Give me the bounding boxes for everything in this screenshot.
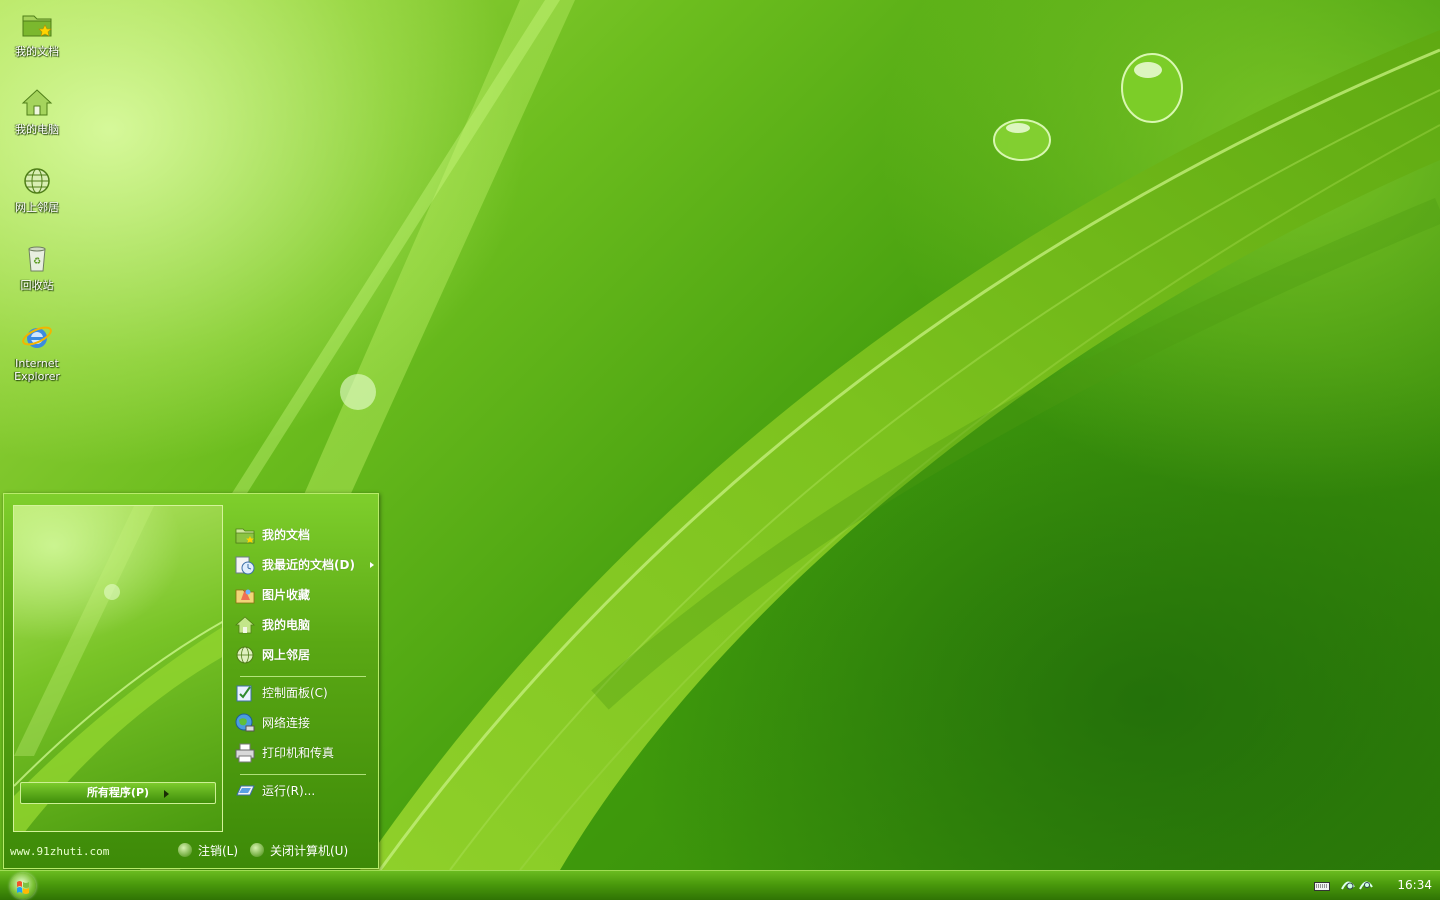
logoff-button[interactable]: 注销(L) — [178, 841, 238, 859]
shutdown-button[interactable]: 关闭计算机(U) — [250, 841, 348, 859]
printer-icon — [235, 743, 255, 763]
menu-item-label: 网络连接 — [262, 715, 311, 730]
my-documents-folder-icon — [22, 15, 52, 37]
desktop-icon-internet-explorer[interactable]: Internet Explorer — [4, 320, 70, 383]
all-programs-button[interactable]: 所有程序(P) — [20, 782, 216, 804]
menu-item-label: 网上邻居 — [262, 647, 311, 662]
power-icon — [250, 843, 264, 857]
network-globe-icon — [236, 646, 254, 664]
system-tray: 16:34 — [1310, 871, 1440, 900]
taskbar: 16:34 — [0, 870, 1440, 900]
desktop: 我的文档 我的电脑 网上邻居 ♻ 回收站 Internet Explorer 所… — [0, 0, 1440, 870]
menu-item-label: 打印机和传真 — [262, 745, 335, 760]
menu-item-my-computer[interactable]: 我的电脑 — [234, 612, 372, 638]
menu-item-control-panel[interactable]: 控制面板(C) — [234, 680, 372, 706]
desktop-icon-label: 网上邻居 — [15, 201, 59, 214]
control-panel-icon — [236, 685, 252, 702]
menu-item-label: 运行(R)... — [262, 783, 316, 798]
all-programs-arrow-icon — [164, 790, 169, 798]
menu-item-recent-documents[interactable]: 我最近的文档(D) — [234, 552, 374, 578]
menu-item-label: 控制面板(C) — [262, 685, 328, 700]
recycle-bin-icon: ♻ — [28, 246, 46, 272]
desktop-icon-label: 回收站 — [20, 279, 54, 292]
menu-item-label: 我的电脑 — [262, 617, 311, 632]
desktop-icon-network[interactable]: 网上邻居 — [4, 164, 70, 214]
submenu-arrow-icon — [370, 562, 374, 568]
desktop-icon-recycle-bin[interactable]: ♻ 回收站 — [4, 242, 70, 292]
site-url-text: www.91zhuti.com — [10, 845, 110, 858]
svg-text:♻: ♻ — [33, 257, 41, 267]
menu-item-my-pictures[interactable]: 图片收藏 — [234, 582, 372, 608]
lock-icon — [178, 843, 192, 857]
menu-item-label: 我最近的文档(D) — [262, 557, 355, 572]
run-icon — [236, 785, 255, 796]
menu-item-printers-faxes[interactable]: 打印机和传真 — [234, 740, 372, 766]
menu-separator — [240, 774, 366, 775]
menu-item-run[interactable]: 运行(R)... — [234, 778, 372, 804]
start-button[interactable] — [10, 873, 36, 899]
my-computer-house-icon — [21, 89, 53, 116]
my-computer-house-icon — [234, 616, 256, 634]
windows-logo-icon — [17, 881, 29, 894]
desktop-icon-label: 我的电脑 — [15, 123, 59, 136]
menu-separator — [240, 676, 366, 677]
desktop-icon-my-documents[interactable]: 我的文档 — [4, 8, 70, 58]
network-status-icon[interactable] — [1340, 877, 1374, 893]
desktop-icon-label: Internet Explorer — [14, 357, 60, 383]
my-documents-folder-icon — [235, 528, 255, 544]
network-globe-icon — [24, 168, 50, 194]
desktop-icon-label: 我的文档 — [15, 45, 59, 58]
internet-explorer-icon — [22, 326, 52, 348]
logoff-label: 注销(L) — [198, 843, 239, 858]
start-menu-bottom-bar: www.91zhuti.com 注销(L) 关闭计算机(U) — [4, 834, 378, 868]
start-menu-left-panel: 所有程序(P) — [13, 505, 223, 832]
menu-item-my-documents[interactable]: 我的文档 — [234, 522, 372, 548]
recent-documents-icon — [235, 556, 255, 575]
menu-item-network-connections[interactable]: 网络连接 — [234, 710, 372, 736]
all-programs-label: 所有程序(P) — [86, 786, 150, 799]
desktop-icon-my-computer[interactable]: 我的电脑 — [4, 86, 70, 136]
clock[interactable]: 16:34 — [1397, 878, 1432, 892]
my-pictures-icon — [235, 589, 255, 604]
network-connections-icon — [235, 713, 255, 732]
menu-item-network-places[interactable]: 网上邻居 — [234, 642, 372, 668]
start-menu: 所有程序(P) 我的文档 我最近的文档(D) 图片收藏 我的电脑 网上邻居 控制… — [3, 493, 379, 869]
menu-item-label: 图片收藏 — [262, 587, 311, 602]
keyboard-icon[interactable] — [1314, 880, 1330, 892]
menu-item-label: 我的文档 — [262, 527, 311, 542]
shutdown-label: 关闭计算机(U) — [270, 843, 349, 858]
